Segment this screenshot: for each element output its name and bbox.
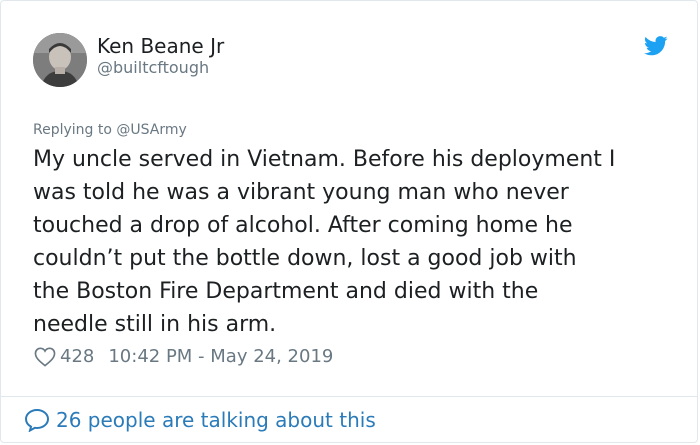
timestamp[interactable]: 10:42 PM - May 24, 2019 bbox=[108, 345, 333, 369]
tweet-card: Ken Beane Jr @builtcftough Replying to @… bbox=[0, 0, 698, 443]
like-count[interactable]: 428 bbox=[60, 345, 94, 369]
talking-label: 26 people are talking about this bbox=[56, 408, 376, 432]
reply-mention[interactable]: @USArmy bbox=[116, 122, 186, 138]
tweet-text: My uncle served in Vietnam. Before his d… bbox=[33, 147, 616, 337]
avatar[interactable] bbox=[33, 33, 87, 87]
reply-prefix: Replying to bbox=[33, 122, 117, 138]
author-handle[interactable]: @builtcftough bbox=[97, 58, 209, 78]
reply-context: Replying to @USArmy bbox=[33, 121, 187, 139]
speech-bubble-icon bbox=[24, 408, 50, 432]
tweet-meta: 428 10:42 PM - May 24, 2019 bbox=[34, 345, 333, 369]
author-name[interactable]: Ken Beane Jr bbox=[97, 33, 224, 59]
avatar-photo bbox=[33, 33, 87, 87]
twitter-bird-icon[interactable] bbox=[644, 36, 668, 56]
talking-link[interactable]: 26 people are talking about this bbox=[24, 407, 376, 433]
divider bbox=[1, 396, 697, 397]
heart-icon[interactable] bbox=[34, 347, 56, 367]
